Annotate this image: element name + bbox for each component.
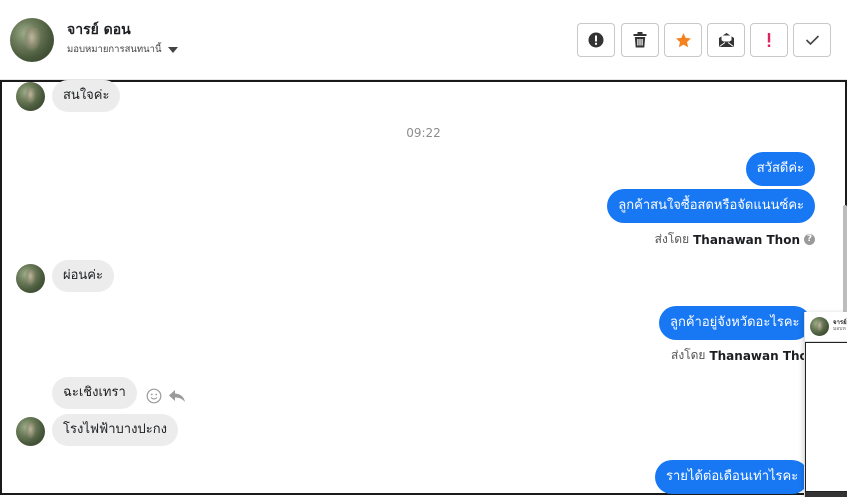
react-emoji-icon[interactable]: [146, 388, 162, 404]
outgoing-message[interactable]: ลูกค้าอยู่จังหวัดอะไรคะ: [659, 306, 811, 340]
check-icon: [805, 35, 819, 46]
contact-avatar[interactable]: [10, 18, 54, 62]
incoming-message[interactable]: สนใจค่ะ: [52, 80, 121, 112]
popup-contact-subtitle: มอบห: [833, 326, 846, 332]
contact-name[interactable]: จารย์ ดอน: [67, 19, 131, 41]
assign-conversation-dropdown[interactable]: มอบหมายการสนทนานี้: [67, 42, 178, 57]
sent-by-name: Thanawan Thon: [709, 348, 817, 363]
chat-popup-header[interactable]: จารย์ มอบห: [805, 312, 847, 342]
chat-popup-window[interactable]: จารย์ มอบห: [804, 312, 847, 497]
exclamation-icon: [767, 33, 771, 47]
sent-by-info: ส่งโดย Thanawan Thon: [671, 346, 816, 365]
mark-done-button[interactable]: [793, 23, 831, 57]
star-button[interactable]: [664, 23, 702, 57]
sent-by-name: Thanawan Thon: [693, 232, 800, 247]
mark-spam-button[interactable]: [577, 23, 615, 57]
sender-avatar: [16, 82, 45, 111]
envelope-icon: [718, 33, 734, 47]
chat-popup-body[interactable]: [805, 342, 847, 492]
assign-conversation-label: มอบหมายการสนทนานี้: [67, 44, 162, 55]
sender-avatar: [16, 417, 45, 446]
reply-icon[interactable]: [168, 388, 186, 404]
conversation-header: จารย์ ดอน มอบหมายการสนทนานี้: [0, 0, 847, 80]
message-actions: [146, 388, 186, 404]
caret-down-icon: [167, 46, 178, 53]
flag-important-button[interactable]: [750, 23, 788, 57]
incoming-message[interactable]: โรงไฟฟ้าบางปะกง: [52, 414, 178, 446]
delete-button[interactable]: [621, 23, 659, 57]
star-icon: [675, 32, 691, 47]
sender-avatar: [16, 264, 45, 293]
outgoing-message[interactable]: รายได้ต่อเดือนเท่าไรคะ: [655, 460, 810, 494]
help-icon[interactable]: ?: [804, 234, 815, 245]
outgoing-message[interactable]: ลูกค้าสนใจซื้อสดหรือจัดแนนซ์คะ: [607, 189, 815, 223]
sent-by-info: ส่งโดย Thanawan Thon ?: [655, 230, 815, 249]
outgoing-message[interactable]: สวัสดีค่ะ: [745, 152, 815, 186]
chat-popup-footer: [805, 492, 847, 497]
incoming-message[interactable]: ฉะเชิงเทรา: [52, 377, 137, 409]
trash-icon: [633, 32, 647, 48]
incoming-message[interactable]: ผ่อนค่ะ: [52, 260, 114, 292]
sent-by-label: ส่งโดย: [654, 232, 690, 246]
mark-unread-button[interactable]: [707, 23, 745, 57]
popup-avatar: [810, 317, 829, 336]
sent-by-label: ส่งโดย: [671, 348, 706, 362]
message-timestamp: 09:22: [406, 126, 441, 140]
exclamation-circle-icon: [588, 32, 604, 48]
